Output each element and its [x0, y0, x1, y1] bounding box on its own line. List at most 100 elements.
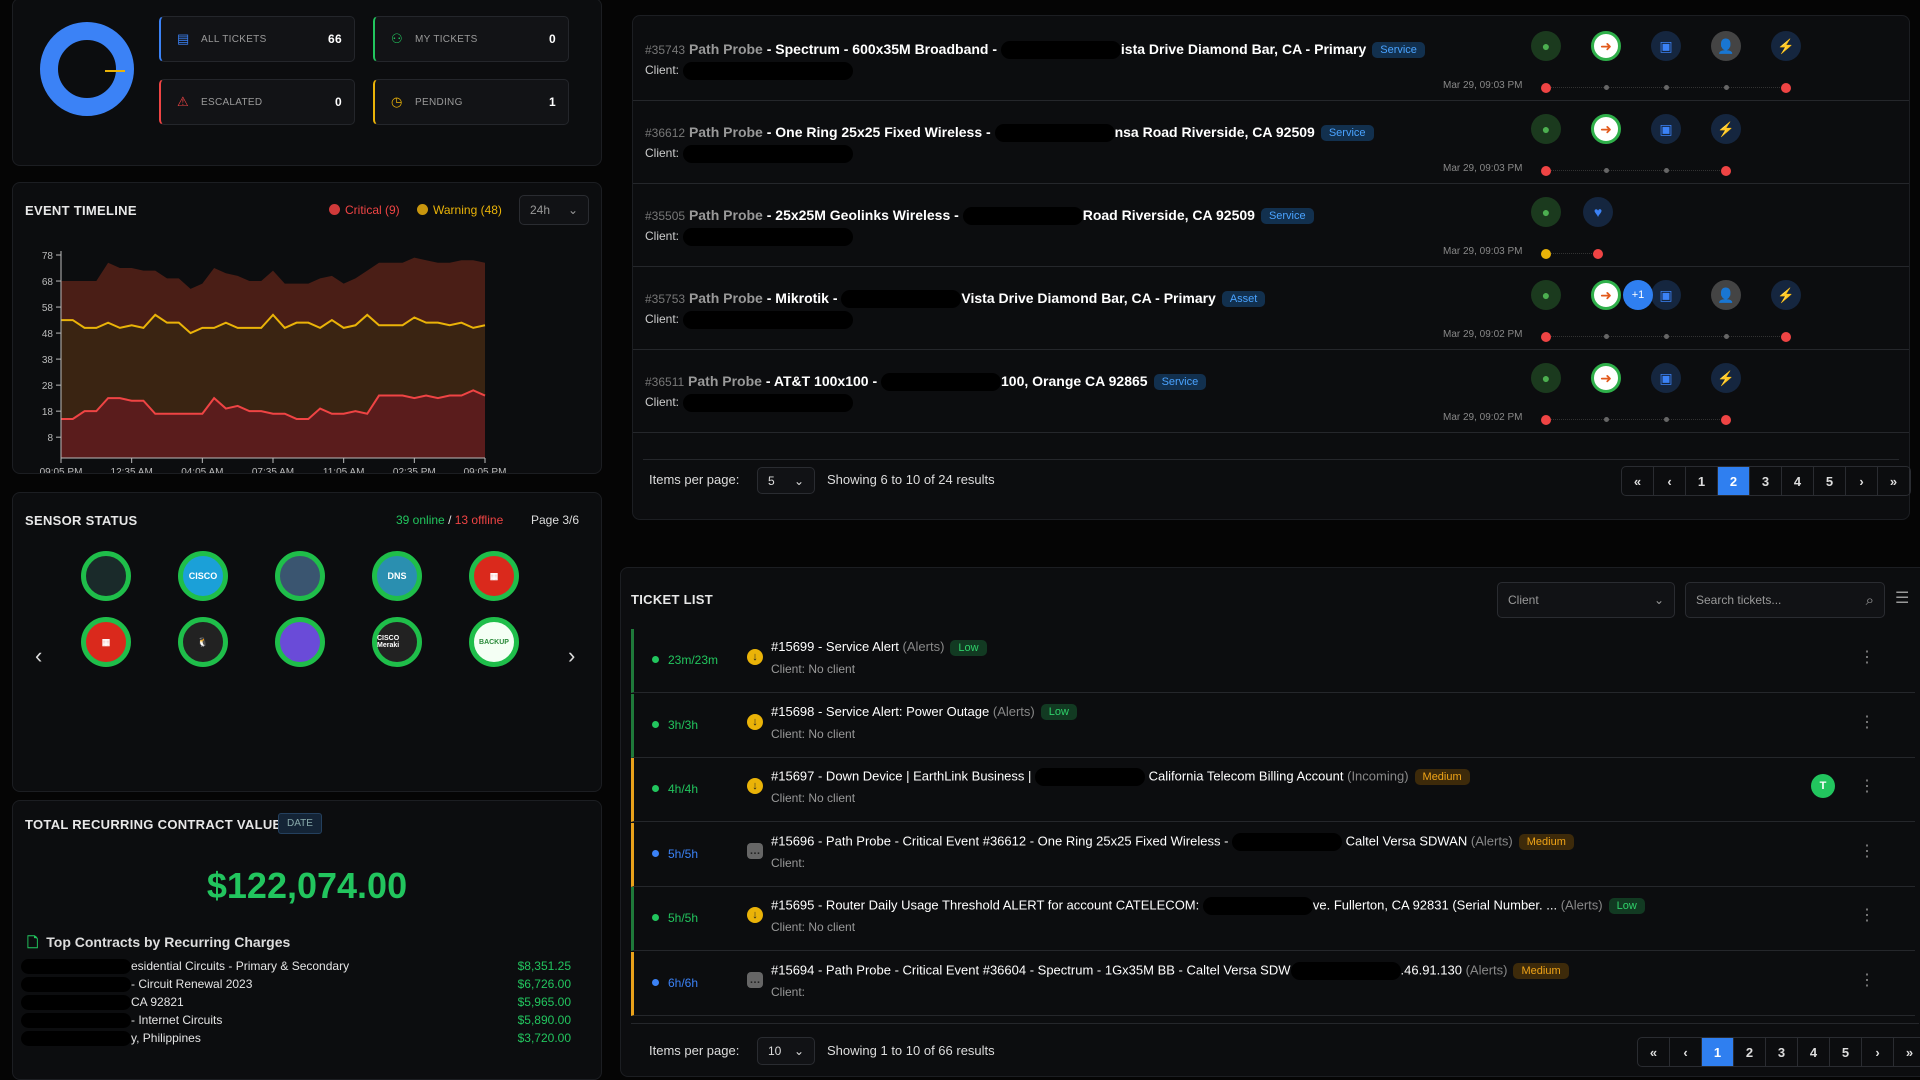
ticket-row[interactable]: 5h/5h…#15696 - Path Probe - Critical Eve…	[631, 823, 1915, 887]
legend-critical[interactable]: Critical (9)	[329, 203, 400, 217]
probe-event-row[interactable]: #35743 Path Probe - Spectrum - 600x35M B…	[633, 18, 1909, 101]
probe-event-row[interactable]: #35753 Path Probe - Mikrotik - Vista Dri…	[633, 267, 1909, 350]
page-button[interactable]: »	[1878, 467, 1910, 495]
items-per-page-select[interactable]: 5⌄	[757, 467, 815, 494]
sensor-icon[interactable]: ▦	[469, 551, 519, 601]
probe-title[interactable]: #35743 Path Probe - Spectrum - 600x35M B…	[645, 41, 1425, 59]
page-button[interactable]: 3	[1766, 1038, 1798, 1066]
page-button[interactable]: 5	[1830, 1038, 1862, 1066]
lightning-icon[interactable]: ⚡	[1711, 363, 1741, 393]
page-button[interactable]: 2	[1734, 1038, 1766, 1066]
probe-event-row[interactable]: #36511 Path Probe - AT&T 100x100 - 100, …	[633, 350, 1909, 433]
more-options-icon[interactable]: ⋮	[1859, 970, 1875, 990]
path-probe-icon[interactable]: ➜	[1591, 31, 1621, 61]
sensor-icon[interactable]	[81, 551, 131, 601]
prev-page-icon[interactable]: ‹	[35, 643, 42, 669]
more-avatars-badge[interactable]: +1	[1623, 280, 1653, 310]
sensor-icon[interactable]: 🐧	[178, 617, 228, 667]
ticket-title[interactable]: #15694 - Path Probe - Critical Event #36…	[771, 962, 1569, 980]
sensor-status-icon[interactable]: ●	[1531, 31, 1561, 61]
probe-title[interactable]: #35505 Path Probe - 25x25M Geolinks Wire…	[645, 207, 1314, 225]
path-probe-icon[interactable]: ➜	[1591, 363, 1621, 393]
more-options-icon[interactable]: ⋮	[1859, 905, 1875, 925]
ticket-title[interactable]: #15699 - Service Alert (Alerts)Low	[771, 639, 987, 656]
probe-source: Path Probe	[689, 124, 763, 140]
lightning-icon[interactable]: ⚡	[1771, 280, 1801, 310]
ticket-title[interactable]: #15698 - Service Alert: Power Outage (Al…	[771, 704, 1077, 721]
pending-stat[interactable]: ◷PENDING1	[373, 79, 569, 125]
page-button[interactable]: 2	[1718, 467, 1750, 495]
more-options-icon[interactable]: ⋮	[1859, 841, 1875, 861]
contract-row[interactable]: - Internet Circuits$5,890.00	[21, 1011, 571, 1029]
probe-event-row[interactable]: #36612 Path Probe - One Ring 25x25 Fixed…	[633, 101, 1909, 184]
ticket-icon[interactable]: ▣	[1651, 363, 1681, 393]
path-probe-icon[interactable]: ➜	[1591, 114, 1621, 144]
heart-icon[interactable]: ♥	[1583, 197, 1613, 227]
contract-row[interactable]: y, Philippines$3,720.00	[21, 1029, 571, 1047]
sensor-icon[interactable]: BACKUP	[469, 617, 519, 667]
y-tick-label: 78	[42, 251, 54, 262]
more-options-icon[interactable]: ⋮	[1859, 712, 1875, 732]
more-options-icon[interactable]: ⋮	[1859, 647, 1875, 667]
client-filter-select[interactable]: Client⌄	[1497, 582, 1675, 618]
menu-icon[interactable]: ☰	[1895, 588, 1909, 608]
page-button[interactable]: «	[1622, 467, 1654, 495]
timeline-range-select[interactable]: 24h⌄	[519, 195, 589, 225]
page-button[interactable]: «	[1638, 1038, 1670, 1066]
ticket-title[interactable]: #15695 - Router Daily Usage Threshold AL…	[771, 897, 1645, 915]
sensor-icon[interactable]: CISCO Meraki	[372, 617, 422, 667]
assignee-avatar[interactable]: T	[1811, 774, 1835, 798]
probe-title[interactable]: #35753 Path Probe - Mikrotik - Vista Dri…	[645, 290, 1265, 308]
ticket-icon[interactable]: ▣	[1651, 280, 1681, 310]
next-page-icon[interactable]: ›	[568, 643, 575, 669]
items-per-page-select[interactable]: 10⌄	[757, 1037, 815, 1065]
lightning-icon[interactable]: ⚡	[1771, 31, 1801, 61]
page-button[interactable]: 1	[1686, 467, 1718, 495]
page-button[interactable]: 5	[1814, 467, 1846, 495]
page-button[interactable]: 4	[1798, 1038, 1830, 1066]
ticket-title[interactable]: #15696 - Path Probe - Critical Event #36…	[771, 833, 1574, 851]
technician-avatar[interactable]: 👤	[1711, 280, 1741, 310]
page-button[interactable]: »	[1894, 1038, 1920, 1066]
sensor-status-icon[interactable]: ●	[1531, 114, 1561, 144]
search-tickets-input[interactable]: Search tickets...⌕	[1685, 582, 1885, 618]
ticket-icon[interactable]: ▣	[1651, 114, 1681, 144]
ticket-icon[interactable]: ▣	[1651, 31, 1681, 61]
ticket-row[interactable]: 6h/6h…#15694 - Path Probe - Critical Eve…	[631, 952, 1915, 1016]
ticket-row[interactable]: 3h/3h↓#15698 - Service Alert: Power Outa…	[631, 694, 1915, 758]
probe-title[interactable]: #36511 Path Probe - AT&T 100x100 - 100, …	[645, 373, 1206, 391]
page-button[interactable]: ›	[1862, 1038, 1894, 1066]
sensor-icon[interactable]: ▦	[81, 617, 131, 667]
more-options-icon[interactable]: ⋮	[1859, 776, 1875, 796]
sensor-icon[interactable]: DNS	[372, 551, 422, 601]
contract-row[interactable]: esidential Circuits - Primary & Secondar…	[21, 957, 571, 975]
sensor-status-icon[interactable]: ●	[1531, 197, 1561, 227]
probe-title[interactable]: #36612 Path Probe - One Ring 25x25 Fixed…	[645, 124, 1374, 142]
sensor-icon[interactable]: CISCO	[178, 551, 228, 601]
ticket-row[interactable]: 4h/4h↓#15697 - Down Device | EarthLink B…	[631, 758, 1915, 822]
page-button[interactable]: ›	[1846, 467, 1878, 495]
contract-row[interactable]: - Circuit Renewal 2023$6,726.00	[21, 975, 571, 993]
page-button[interactable]: 3	[1750, 467, 1782, 495]
page-button[interactable]: ‹	[1670, 1038, 1702, 1066]
ticket-row[interactable]: 5h/5h↓#15695 - Router Daily Usage Thresh…	[631, 887, 1915, 951]
path-probe-icon[interactable]: ➜	[1591, 280, 1621, 310]
sensor-icon[interactable]	[275, 617, 325, 667]
date-button[interactable]: DATE	[278, 813, 322, 834]
probe-event-row[interactable]: #35505 Path Probe - 25x25M Geolinks Wire…	[633, 184, 1909, 267]
sensor-status-icon[interactable]: ●	[1531, 363, 1561, 393]
page-button[interactable]: ‹	[1654, 467, 1686, 495]
ticket-title[interactable]: #15697 - Down Device | EarthLink Busines…	[771, 768, 1470, 786]
escalated-stat[interactable]: ⚠ESCALATED0	[159, 79, 355, 125]
technician-avatar[interactable]: 👤	[1711, 31, 1741, 61]
page-button[interactable]: 1	[1702, 1038, 1734, 1066]
lightning-icon[interactable]: ⚡	[1711, 114, 1741, 144]
all-tickets-stat[interactable]: ▤ALL TICKETS66	[159, 16, 355, 62]
page-button[interactable]: 4	[1782, 467, 1814, 495]
sensor-icon[interactable]	[275, 551, 325, 601]
contract-row[interactable]: CA 92821$5,965.00	[21, 993, 571, 1011]
legend-warning[interactable]: Warning (48)	[417, 203, 502, 217]
my-tickets-stat[interactable]: ⚇MY TICKETS0	[373, 16, 569, 62]
sensor-status-icon[interactable]: ●	[1531, 280, 1561, 310]
ticket-row[interactable]: 23m/23m↓#15699 - Service Alert (Alerts)L…	[631, 629, 1915, 693]
